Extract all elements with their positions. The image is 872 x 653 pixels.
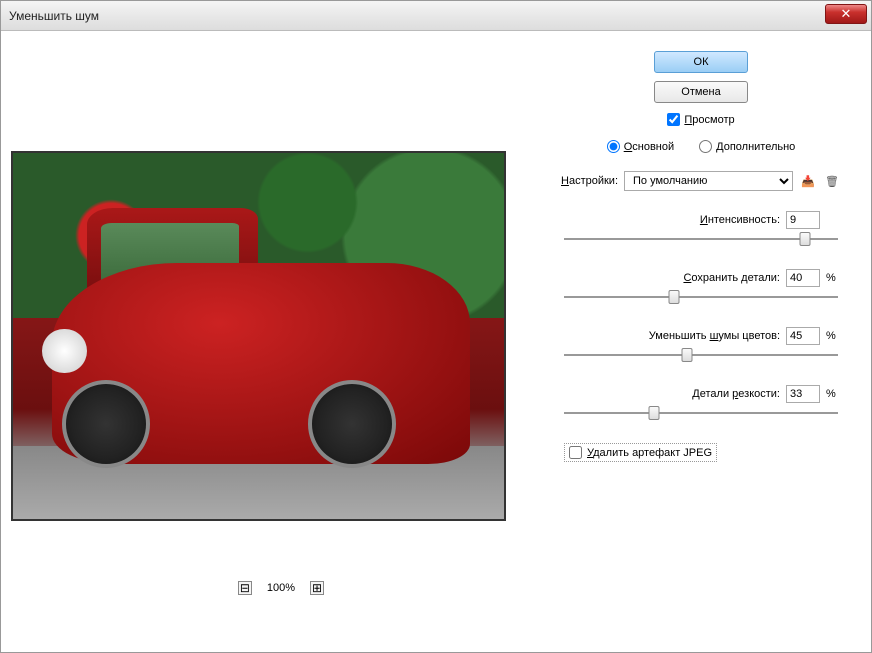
preserve-label: Сохранить детали: (683, 272, 780, 284)
mode-basic-radio[interactable] (607, 140, 620, 153)
sharpen-input[interactable] (786, 385, 820, 403)
settings-dropdown[interactable]: По умолчанию (624, 171, 793, 191)
sharpen-slider[interactable] (564, 409, 838, 417)
image-wheel-front (62, 380, 150, 468)
title-bar: Уменьшить шум ✕ (1, 1, 871, 31)
preview-image[interactable] (11, 151, 506, 521)
colornoise-slider-group: Уменьшить шумы цветов: % (556, 327, 846, 359)
save-preset-button[interactable]: 📥 (799, 172, 817, 190)
mode-advanced-radio[interactable] (699, 140, 712, 153)
zoom-in-button[interactable]: ⊞ (310, 581, 324, 595)
settings-label: Настройки: (561, 175, 618, 187)
sharpen-label: Детали резкости: (692, 388, 780, 400)
preserve-slider[interactable] (564, 293, 838, 301)
preview-label-text: росмотр (692, 114, 734, 126)
sharpen-slider-group: Детали резкости: % (556, 385, 846, 417)
colornoise-input[interactable] (786, 327, 820, 345)
trash-icon: 🗑 (825, 175, 839, 188)
mode-advanced-item: Дополнительно (699, 140, 795, 153)
minus-icon: ⊟ (240, 582, 250, 594)
mode-basic-item: Основной (607, 140, 674, 153)
preserve-thumb[interactable] (668, 290, 679, 304)
intensity-thumb[interactable] (800, 232, 811, 246)
jpeg-artifact-checkbox[interactable] (569, 446, 582, 459)
zoom-level: 100% (267, 582, 295, 594)
dialog-title: Уменьшить шум (9, 9, 99, 23)
close-icon: ✕ (841, 6, 852, 22)
intensity-input[interactable] (786, 211, 820, 229)
image-wheel-rear (308, 380, 396, 468)
zoom-controls: ⊟ 100% ⊞ (11, 581, 551, 595)
preview-checkbox-row: Просмотр (556, 113, 846, 126)
sharpen-percent: % (826, 388, 838, 400)
preserve-input[interactable] (786, 269, 820, 287)
delete-preset-button[interactable]: 🗑 (823, 172, 841, 190)
colornoise-thumb[interactable] (682, 348, 693, 362)
close-button[interactable]: ✕ (825, 4, 867, 24)
reduce-noise-dialog: Уменьшить шум ✕ ⊟ 100% ⊞ ОК Отмена (0, 0, 872, 653)
preserve-slider-group: Сохранить детали: % (556, 269, 846, 301)
mode-advanced-label: Дополнительно (716, 141, 795, 153)
image-headlight (42, 329, 86, 373)
colornoise-slider[interactable] (564, 351, 838, 359)
ok-button[interactable]: ОК (654, 51, 748, 73)
dialog-content: ⊟ 100% ⊞ ОК Отмена Просмотр Основной Доп… (1, 31, 871, 652)
cancel-button[interactable]: Отмена (654, 81, 748, 103)
jpeg-artifact-label: Удалить артефакт JPEG (587, 447, 712, 459)
settings-row: Настройки: По умолчанию 📥 🗑 (556, 171, 846, 191)
preview-checkbox[interactable] (667, 113, 680, 126)
mode-basic-label: Основной (624, 141, 674, 153)
plus-icon: ⊞ (312, 582, 322, 594)
colornoise-percent: % (826, 330, 838, 342)
preview-label: Просмотр (684, 114, 734, 126)
controls-pane: ОК Отмена Просмотр Основной Дополнительн… (551, 41, 861, 642)
zoom-out-button[interactable]: ⊟ (238, 581, 252, 595)
mode-radio-group: Основной Дополнительно (556, 140, 846, 153)
intensity-label: Интенсивность: (700, 214, 780, 226)
colornoise-label: Уменьшить шумы цветов: (649, 330, 780, 342)
preview-pane: ⊟ 100% ⊞ (11, 41, 551, 642)
jpeg-artifact-row: Удалить артефакт JPEG (564, 443, 717, 462)
intensity-slider[interactable] (564, 235, 838, 243)
save-icon: 📥 (801, 175, 815, 188)
preserve-percent: % (826, 272, 838, 284)
sharpen-thumb[interactable] (649, 406, 660, 420)
intensity-slider-group: Интенсивность: (556, 211, 846, 243)
